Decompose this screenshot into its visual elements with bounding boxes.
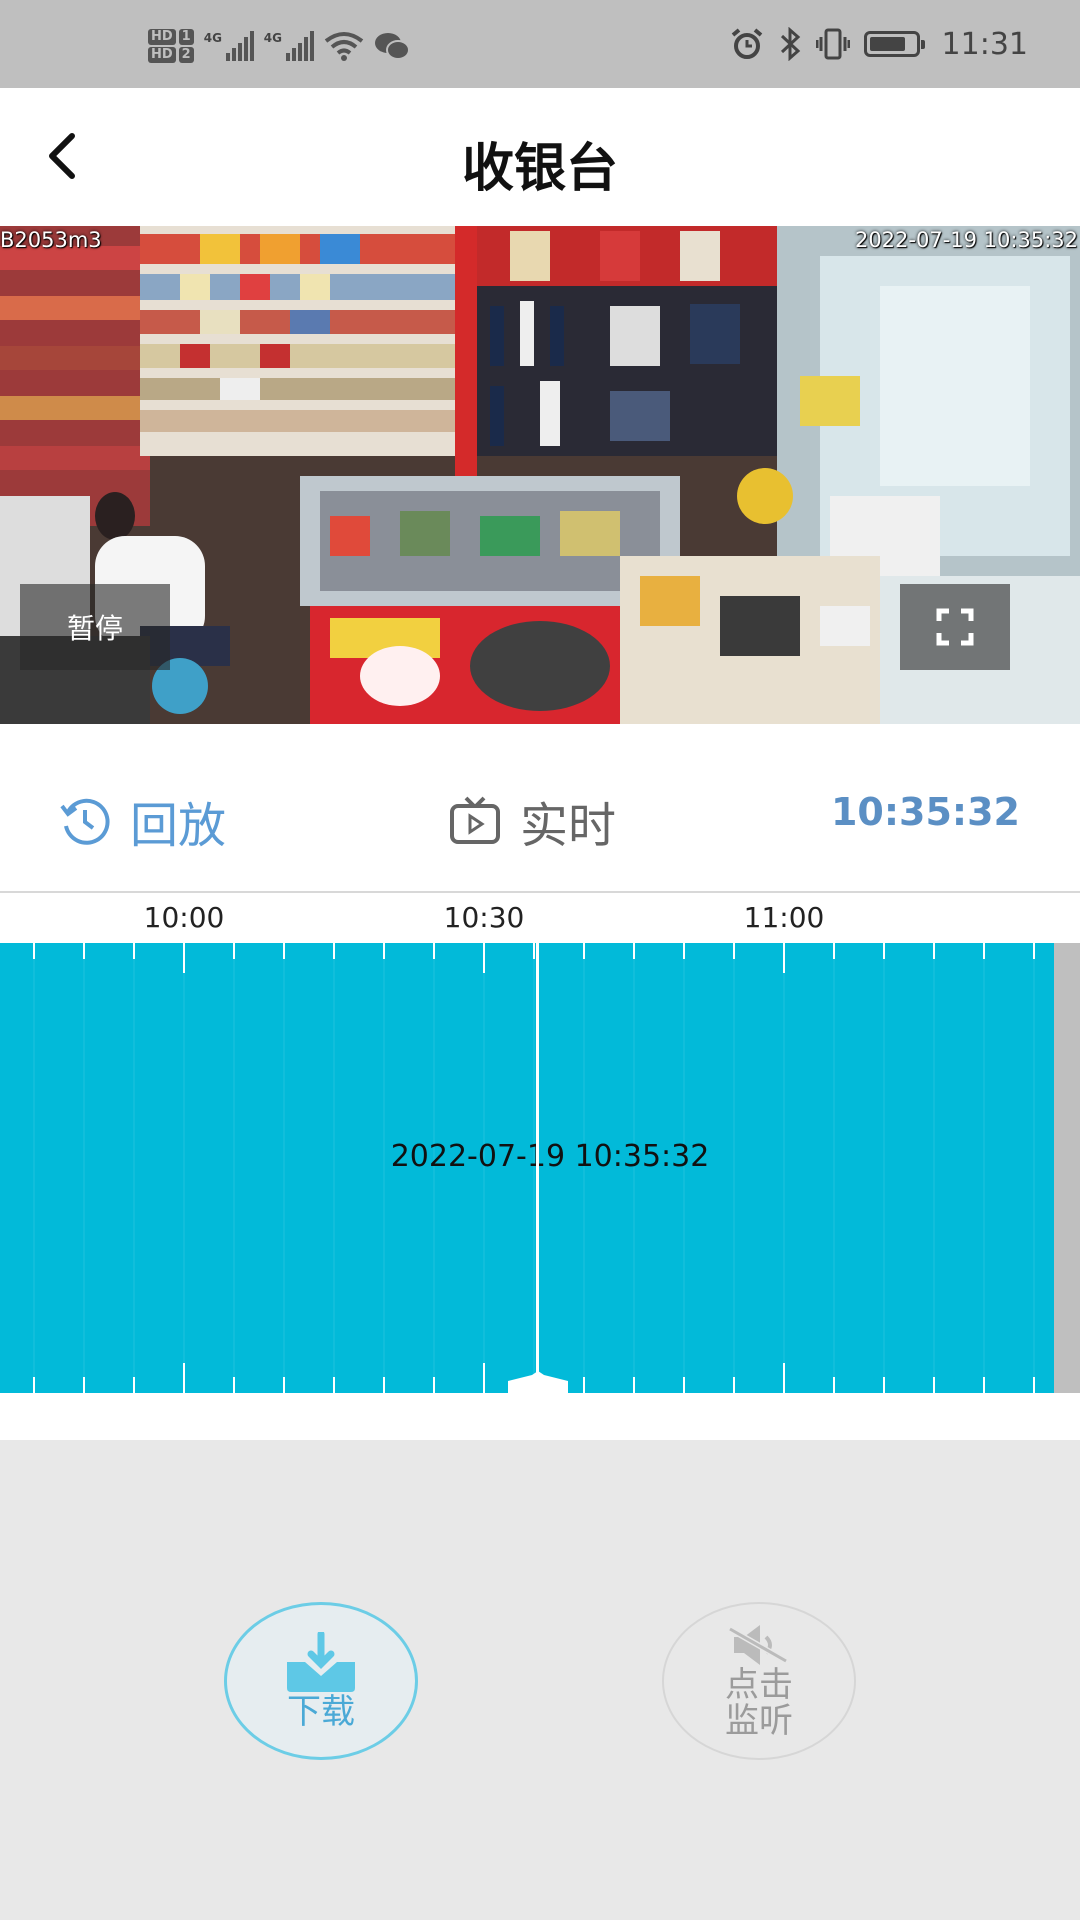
timeline-cursor[interactable] bbox=[536, 943, 539, 1393]
timeline-cursor-datetime: 2022-07-19 10:35:32 bbox=[390, 1139, 710, 1174]
action-area: 下载 点击 监听 bbox=[0, 1440, 1080, 1920]
timeline[interactable]: 10:00 10:30 11:00 2022-07-19 10:35:32 bbox=[0, 893, 1080, 1440]
speaker-muted-icon bbox=[728, 1625, 788, 1665]
listen-label-line1: 点击 bbox=[725, 1665, 793, 1705]
recording-track[interactable]: 2022-07-19 10:35:32 bbox=[0, 943, 1054, 1393]
sim1-indicator: HD 1 bbox=[148, 29, 194, 45]
status-time: 11:31 bbox=[941, 26, 1028, 62]
page-title: 收银台 bbox=[461, 139, 618, 199]
vibrate-icon bbox=[815, 28, 850, 60]
download-label: 下载 bbox=[287, 1692, 355, 1732]
tick-label: 10:00 bbox=[143, 901, 225, 934]
sim2-indicator: HD 2 bbox=[148, 47, 194, 63]
listen-button[interactable]: 点击 监听 bbox=[662, 1602, 856, 1760]
sim-indicators: HD 1 HD 2 bbox=[148, 29, 194, 63]
pause-button[interactable]: 暂停 bbox=[20, 584, 170, 670]
timeline-cursor-handle[interactable] bbox=[508, 1371, 568, 1393]
tick-label: 10:30 bbox=[443, 901, 525, 934]
sim2-hd: HD bbox=[148, 47, 176, 63]
status-left: HD 1 HD 2 4G 4G bbox=[148, 26, 410, 66]
video-timestamp-overlay: 2022-07-19 10:35:32 bbox=[854, 228, 1078, 252]
status-bar: HD 1 HD 2 4G 4G 11:31 bbox=[0, 0, 1080, 88]
history-clock-icon bbox=[60, 798, 110, 845]
playback-label: 回放 bbox=[130, 798, 227, 854]
download-button[interactable]: 下载 bbox=[224, 1602, 418, 1760]
status-right: 11:31 bbox=[730, 22, 1028, 66]
playback-tab[interactable]: 回放 bbox=[58, 786, 226, 856]
current-time: 10:35:32 bbox=[830, 790, 1020, 834]
app-header: 收银台 bbox=[0, 88, 1080, 226]
live-label: 实时 bbox=[520, 798, 617, 854]
battery-icon bbox=[863, 31, 925, 57]
fullscreen-button[interactable] bbox=[900, 584, 1010, 670]
net2-label: 4G bbox=[263, 31, 282, 45]
net1-label: 4G bbox=[203, 31, 222, 45]
signal-1-icon: 4G bbox=[204, 31, 254, 61]
alarm-icon bbox=[731, 28, 762, 59]
tv-play-icon bbox=[450, 796, 500, 844]
bluetooth-icon bbox=[780, 27, 800, 61]
signal-2-icon: 4G bbox=[264, 31, 314, 61]
tick-label: 11:00 bbox=[743, 901, 825, 934]
sim1-hd: HD bbox=[148, 29, 176, 45]
camera-id-overlay: B2053m3 bbox=[0, 228, 102, 252]
mode-bar: 回放 实时 10:35:32 bbox=[0, 724, 1080, 892]
listen-label-line2: 监听 bbox=[725, 1701, 793, 1741]
sim2-num: 2 bbox=[178, 47, 194, 63]
video-player[interactable]: B2053m3 2022-07-19 10:35:32 暂停 bbox=[0, 226, 1080, 724]
fullscreen-icon bbox=[936, 608, 974, 646]
wifi-icon bbox=[324, 32, 363, 61]
track-end-gap bbox=[1054, 943, 1080, 1393]
download-icon bbox=[287, 1632, 355, 1692]
sim1-num: 1 bbox=[178, 29, 194, 45]
wechat-icon bbox=[374, 33, 410, 60]
live-tab[interactable]: 实时 bbox=[448, 786, 616, 856]
